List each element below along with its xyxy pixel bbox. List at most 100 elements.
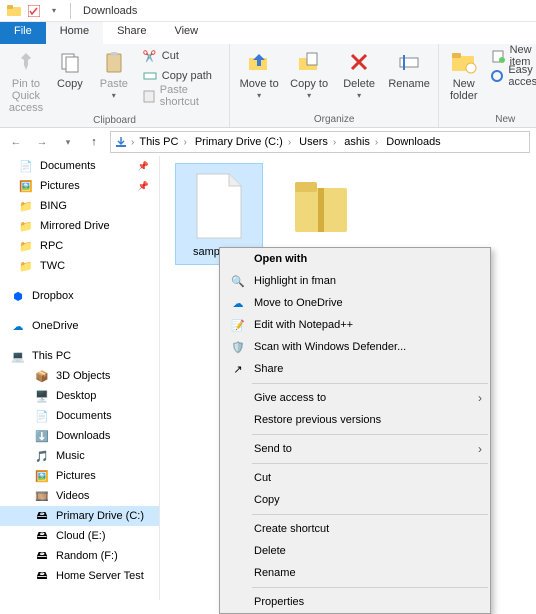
rename-button[interactable]: Rename (386, 46, 432, 90)
nav-tree[interactable]: 📄Documents📌 🖼️Pictures📌 📁BING 📁Mirrored … (0, 156, 160, 600)
tree-pictures[interactable]: 🖼️Pictures (0, 466, 159, 486)
forward-button[interactable]: → (32, 132, 52, 152)
ctx-copy[interactable]: Copy (220, 489, 490, 511)
tree-rpc[interactable]: 📁RPC (0, 236, 159, 256)
separator (252, 434, 488, 435)
dropbox-icon: ⬢ (10, 288, 26, 304)
label: Paste (100, 78, 128, 90)
new-item-button[interactable]: New item ▾ (486, 46, 536, 66)
chevron-right-icon: › (478, 442, 482, 456)
paste-button[interactable]: Paste ▾ (94, 46, 134, 101)
label: Rename (388, 78, 430, 90)
tree-random-f[interactable]: 🖴Random (F:) (0, 546, 159, 566)
ctx-scan-defender[interactable]: 🛡️Scan with Windows Defender... (220, 336, 490, 358)
ctx-move-onedrive[interactable]: ☁Move to OneDrive (220, 292, 490, 314)
label: Copy (57, 78, 83, 90)
paste-shortcut-button[interactable]: Paste shortcut (138, 86, 223, 106)
tree-cloud-e[interactable]: 🖴Cloud (E:) (0, 526, 159, 546)
ctx-cut[interactable]: Cut (220, 467, 490, 489)
tree-onedrive[interactable]: ☁OneDrive (0, 316, 159, 336)
qat-properties-icon[interactable] (26, 3, 42, 19)
chevron-down-icon: ▾ (307, 92, 311, 101)
tree-documents[interactable]: 📄Documents📌 (0, 156, 159, 176)
group-organize: Move to ▾ Copy to ▾ Delete ▾ Rename Orga… (230, 44, 439, 127)
copy-button[interactable]: Copy (50, 46, 90, 90)
crumb-this-pc[interactable]: This PC› (136, 136, 191, 148)
tree-twc[interactable]: 📁TWC (0, 256, 159, 276)
paste-shortcut-icon (142, 88, 156, 104)
move-to-button[interactable]: Move to ▾ (236, 46, 282, 101)
pc-icon: 💻 (10, 348, 26, 364)
crumb-users[interactable]: Users› (296, 136, 341, 148)
ctx-delete[interactable]: Delete (220, 540, 490, 562)
tree-this-pc[interactable]: 💻This PC (0, 346, 159, 366)
ctx-restore-prev[interactable]: Restore previous versions (220, 409, 490, 431)
chevron-right-icon: › (478, 391, 482, 405)
new-item-icon (490, 48, 505, 64)
new-folder-button[interactable]: New folder (445, 46, 482, 102)
easy-access-icon (490, 68, 504, 84)
label: Paste shortcut (160, 84, 219, 108)
tab-share[interactable]: Share (103, 22, 160, 44)
ctx-create-shortcut[interactable]: Create shortcut (220, 518, 490, 540)
copy-path-button[interactable]: Copy path (138, 66, 223, 86)
tree-videos[interactable]: 🎞️Videos (0, 486, 159, 506)
zip-folder-icon (291, 170, 351, 242)
separator (252, 463, 488, 464)
group-label: New (445, 113, 536, 127)
ribbon-tabs: File Home Share View (0, 22, 536, 44)
ctx-edit-npp[interactable]: 📝Edit with Notepad++ (220, 314, 490, 336)
qat-dropdown-icon[interactable]: ▾ (46, 3, 62, 19)
ctx-send-to[interactable]: Send to› (220, 438, 490, 460)
ctx-open-with[interactable]: Open with (220, 248, 490, 270)
group-label: Clipboard (6, 114, 223, 128)
crumb-drive[interactable]: Primary Drive (C:)› (192, 136, 296, 148)
ctx-rename[interactable]: Rename (220, 562, 490, 584)
up-button[interactable]: ↑ (84, 132, 104, 152)
drive-icon: 🖴 (34, 528, 50, 544)
drive-icon: 🖴 (34, 508, 50, 524)
pictures-icon: 🖼️ (18, 178, 34, 194)
title-bar: ▾ Downloads (0, 0, 536, 22)
downloads-icon: ⬇️ (34, 428, 50, 444)
crumb-ashis[interactable]: ashis› (341, 136, 383, 148)
notepadpp-icon: 📝 (226, 319, 250, 332)
easy-access-button[interactable]: Easy access ▾ (486, 66, 536, 86)
cut-button[interactable]: ✂️ Cut (138, 46, 223, 66)
ctx-give-access[interactable]: Give access to› (220, 387, 490, 409)
explorer-icon (6, 3, 22, 19)
ctx-properties[interactable]: Properties (220, 591, 490, 613)
folder-icon: 📁 (18, 238, 34, 254)
delete-button[interactable]: Delete ▾ (336, 46, 382, 101)
tab-file[interactable]: File (0, 22, 46, 44)
tree-pictures[interactable]: 🖼️Pictures📌 (0, 176, 159, 196)
tree-bing[interactable]: 📁BING (0, 196, 159, 216)
chevron-down-icon: ▾ (257, 92, 261, 101)
copy-icon (56, 48, 84, 76)
tree-mirrored[interactable]: 📁Mirrored Drive (0, 216, 159, 236)
label: Easy access (508, 64, 536, 88)
ctx-share[interactable]: ↗Share (220, 358, 490, 380)
tab-view[interactable]: View (160, 22, 212, 44)
label: New folder (445, 78, 482, 102)
ctx-highlight-fman[interactable]: 🔍Highlight in fman (220, 270, 490, 292)
chevron-down-icon: ▾ (357, 92, 361, 101)
recent-dropdown[interactable]: ▾ (58, 132, 78, 152)
back-button[interactable]: ← (6, 132, 26, 152)
copy-to-button[interactable]: Copy to ▾ (286, 46, 332, 101)
tree-desktop[interactable]: 🖥️Desktop (0, 386, 159, 406)
breadcrumb[interactable]: › This PC› Primary Drive (C:)› Users› as… (110, 131, 530, 153)
label: Move to (240, 78, 279, 90)
pin-to-quick-access-button[interactable]: Pin to Quick access (6, 46, 46, 114)
tab-home[interactable]: Home (46, 22, 103, 44)
tree-downloads[interactable]: ⬇️Downloads (0, 426, 159, 446)
chevron-right-icon[interactable]: › (129, 137, 136, 148)
tree-3d-objects[interactable]: 📦3D Objects (0, 366, 159, 386)
tree-dropbox[interactable]: ⬢Dropbox (0, 286, 159, 306)
label: Delete (343, 78, 375, 90)
tree-music[interactable]: 🎵Music (0, 446, 159, 466)
tree-primary-drive[interactable]: 🖴Primary Drive (C:) (0, 506, 159, 526)
crumb-downloads[interactable]: Downloads (383, 136, 443, 148)
tree-home-server[interactable]: 🖴Home Server Test (0, 566, 159, 586)
tree-documents[interactable]: 📄Documents (0, 406, 159, 426)
